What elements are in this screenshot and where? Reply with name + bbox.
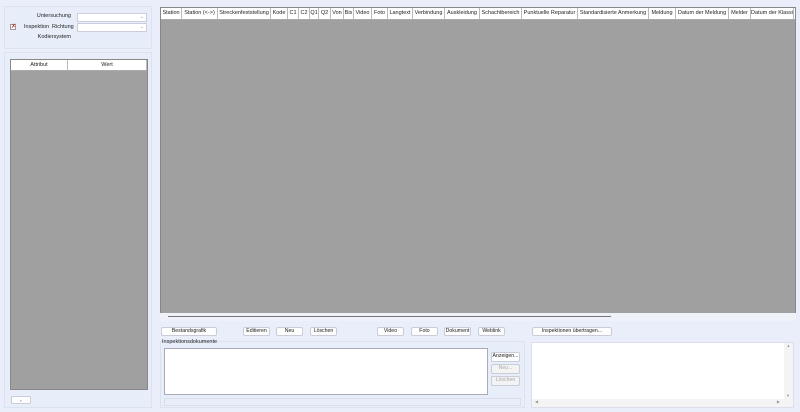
- column-header[interactable]: Kode: [271, 8, 288, 19]
- untersuchung-select[interactable]: ⌄: [77, 13, 147, 22]
- loeschen-document-button[interactable]: Löschen: [491, 376, 520, 386]
- column-header[interactable]: Station: [161, 8, 182, 19]
- column-header-wert[interactable]: Wert: [68, 60, 147, 70]
- scroll-down-icon[interactable]: ▼: [786, 393, 790, 398]
- column-header[interactable]: Meldung: [649, 8, 676, 19]
- vertical-scrollbar[interactable]: ▲ ▼: [784, 343, 793, 407]
- column-header[interactable]: Station (<->): [182, 8, 218, 19]
- main-grid[interactable]: Station Station (<->) Streckenfeststellung…: [160, 7, 796, 320]
- neu-document-button[interactable]: Neu...: [491, 364, 520, 374]
- video-button[interactable]: Video: [377, 327, 404, 336]
- column-header[interactable]: Q1: [310, 8, 319, 19]
- column-header[interactable]: C2: [299, 8, 310, 19]
- loeschen-button[interactable]: Löschen: [310, 327, 337, 336]
- foto-button[interactable]: Foto: [411, 327, 438, 336]
- chevron-down-icon: ⌄: [139, 14, 144, 20]
- inspektion-label: Inspektion: [24, 24, 50, 30]
- column-header[interactable]: Verbindung: [413, 8, 445, 19]
- bestandsgrafik-button[interactable]: Bestandsgrafik: [161, 327, 217, 336]
- scroll-up-icon[interactable]: ▲: [787, 343, 791, 348]
- column-header[interactable]: Video: [354, 8, 372, 19]
- scroll-left-icon[interactable]: ◀: [535, 399, 538, 404]
- inspektion-checkbox[interactable]: ✗: [10, 24, 16, 30]
- column-header[interactable]: Standardisierte Anmerkung: [578, 8, 649, 19]
- column-header[interactable]: Melder: [729, 8, 751, 19]
- richtung-label: Richtung: [52, 24, 74, 30]
- column-header[interactable]: C1: [288, 8, 299, 19]
- kodiersystem-field: [77, 33, 147, 42]
- horizontal-scrollbar-bottom[interactable]: ◀ ▶: [532, 399, 786, 407]
- grid-scroll-area: [160, 313, 796, 321]
- column-header[interactable]: Langtext: [388, 8, 413, 19]
- documents-list[interactable]: [164, 348, 488, 395]
- weblink-button[interactable]: Weblink: [478, 327, 505, 336]
- column-header[interactable]: Foto: [372, 8, 388, 19]
- dokument-button[interactable]: Dokument: [444, 327, 471, 336]
- inspektionsdokumente-title: Inspektionsdokumente: [162, 339, 218, 345]
- untersuchung-label: Untersuchung: [36, 13, 71, 19]
- inspektionen-uebertragen-button[interactable]: Inspektionen übertragen...: [532, 327, 612, 336]
- attribute-grid[interactable]: Attribut Wert: [10, 59, 148, 390]
- horizontal-scrollbar-thumb[interactable]: [168, 316, 611, 317]
- anzeigen-button[interactable]: Anzeigen...: [491, 352, 520, 362]
- column-header-attribut[interactable]: Attribut: [11, 60, 68, 70]
- small-button[interactable]: ▪: [11, 396, 31, 404]
- column-header[interactable]: Datum der Meldung: [676, 8, 729, 19]
- editieren-button[interactable]: Editieren: [243, 327, 270, 336]
- detail-text-area[interactable]: ▲ ▼ ◀ ▶: [531, 342, 794, 408]
- column-header[interactable]: Bis: [344, 8, 354, 19]
- column-header[interactable]: Auskleidung: [445, 8, 480, 19]
- column-header[interactable]: Schachtbereich: [480, 8, 522, 19]
- column-header[interactable]: Datum der Klassi: [751, 8, 794, 19]
- status-field: [164, 398, 521, 406]
- column-header[interactable]: Von: [331, 8, 344, 19]
- scroll-right-icon[interactable]: ▶: [777, 399, 780, 404]
- kodiersystem-label: Kodiersystem: [37, 34, 71, 40]
- column-header[interactable]: Streckenfeststellung: [218, 8, 271, 19]
- column-header[interactable]: Q2: [319, 8, 331, 19]
- chevron-down-icon: ⌄: [139, 24, 144, 30]
- column-header[interactable]: Punktuelle Reparatur: [522, 8, 578, 19]
- neu-button[interactable]: Neu: [276, 327, 303, 336]
- richtung-select[interactable]: ⌄: [77, 23, 147, 32]
